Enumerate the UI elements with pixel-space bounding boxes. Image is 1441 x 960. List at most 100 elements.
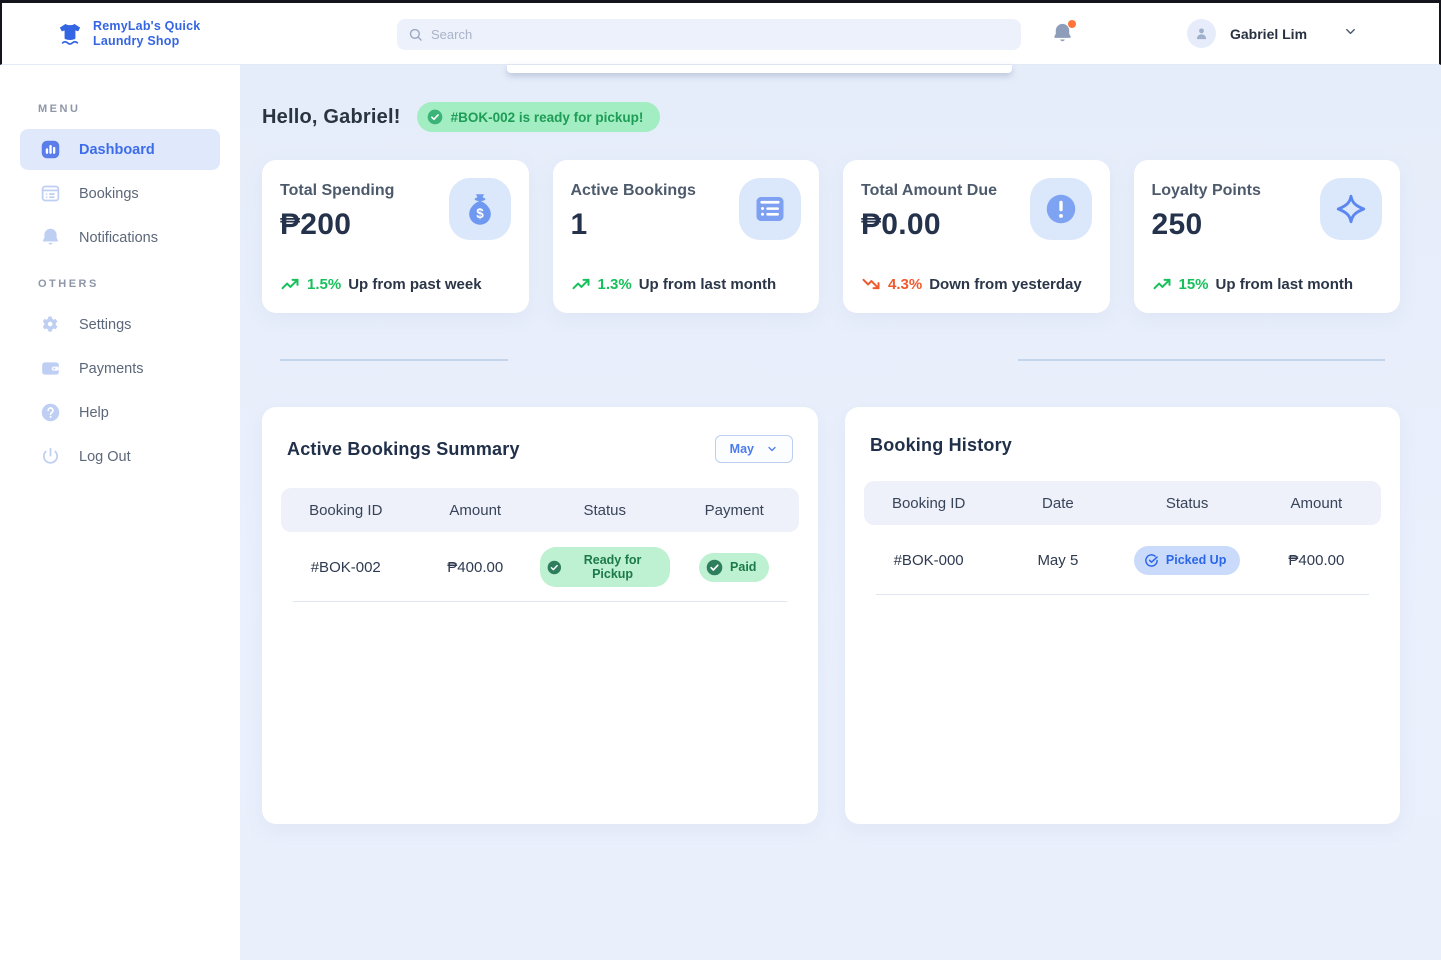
payments-icon: [39, 358, 61, 380]
pickup-ready-badge: #BOK-002 is ready for pickup!: [417, 102, 661, 132]
booking-list-icon: [739, 178, 801, 240]
trend-text: Up from last month: [639, 276, 777, 293]
month-filter-dropdown[interactable]: May: [715, 435, 793, 463]
trend-percent: 15%: [1179, 276, 1209, 293]
pickup-ready-text: #BOK-002 is ready for pickup!: [451, 110, 644, 125]
stat-card-total-amount-due: Total Amount Due ₱0.00 4.3% Down from ye…: [843, 160, 1110, 313]
section-dividers: [262, 313, 1400, 407]
stat-card-total-spending: Total Spending ₱200 $ 1.5% Up from pa: [262, 160, 529, 313]
column-header: Booking ID: [864, 495, 993, 512]
column-header: Status: [540, 502, 670, 519]
sparkle-icon: [1320, 178, 1382, 240]
sidebar-item-payments[interactable]: Payments: [20, 348, 220, 389]
sidebar-item-dashboard[interactable]: Dashboard: [20, 129, 220, 170]
column-header: Date: [993, 495, 1122, 512]
trend-up-icon: [571, 274, 591, 294]
stat-trend: 4.3% Down from yesterday: [861, 274, 1082, 294]
money-bag-icon: $: [449, 178, 511, 240]
help-icon: [39, 402, 61, 424]
brand[interactable]: RemyLab's Quick Laundry Shop: [57, 19, 200, 49]
chevron-down-icon: [1343, 24, 1358, 44]
sidebar-item-label: Notifications: [79, 230, 158, 246]
stat-trend: 15% Up from last month: [1152, 274, 1354, 294]
trend-percent: 4.3%: [888, 276, 922, 293]
column-header: Status: [1123, 495, 1252, 512]
panel-title: Booking History: [870, 435, 1012, 456]
main-content: Hello, Gabriel! #BOK-002 is ready for pi…: [240, 65, 1441, 960]
top-header: RemyLab's Quick Laundry Shop Gabriel Lim: [0, 3, 1441, 65]
panel-title: Active Bookings Summary: [287, 439, 520, 460]
sidebar-item-label: Log Out: [79, 449, 131, 465]
user-menu[interactable]: Gabriel Lim: [1187, 19, 1358, 48]
notification-dot: [1068, 20, 1076, 28]
stat-card-loyalty-points: Loyalty Points 250 15% Up from last mont…: [1134, 160, 1401, 313]
sidebar-item-bookings[interactable]: Bookings: [20, 173, 220, 214]
sidebar-item-label: Bookings: [79, 186, 139, 202]
stat-cards: Total Spending ₱200 $ 1.5% Up from pa: [262, 160, 1400, 313]
column-header: Amount: [1252, 495, 1381, 512]
booking-history-table: Booking ID Date Status Amount #BOK-000 M…: [864, 481, 1381, 595]
trend-text: Up from last month: [1216, 276, 1354, 293]
check-circle-icon: [706, 559, 723, 576]
chevron-down-icon: [766, 443, 778, 455]
table-header-row: Booking ID Amount Status Payment: [281, 488, 799, 532]
svg-text:$: $: [476, 206, 484, 221]
trend-percent: 1.5%: [307, 276, 341, 293]
sidebar-menu-label: MENU: [38, 103, 240, 115]
amount-cell: ₱400.00: [411, 559, 541, 576]
check-circle-icon: [427, 109, 443, 125]
amount-cell: ₱400.00: [1252, 552, 1381, 569]
column-header: Booking ID: [281, 502, 411, 519]
trend-text: Up from past week: [348, 276, 481, 293]
check-circle-icon: [547, 559, 562, 576]
trend-text: Down from yesterday: [929, 276, 1082, 293]
page-greeting: Hello, Gabriel!: [262, 106, 401, 129]
date-cell: May 5: [993, 552, 1122, 569]
column-header: Payment: [670, 502, 800, 519]
search-dropdown-edge: [507, 65, 1012, 73]
column-header: Amount: [411, 502, 541, 519]
status-badge: Ready for Pickup: [540, 547, 670, 587]
bookings-icon: [39, 183, 61, 205]
trend-up-icon: [1152, 274, 1172, 294]
sidebar-item-label: Dashboard: [79, 142, 155, 158]
sidebar-item-notifications[interactable]: Notifications: [20, 217, 220, 258]
status-badge: Picked Up: [1134, 546, 1240, 575]
dashboard-icon: [39, 139, 61, 161]
sidebar-item-logout[interactable]: Log Out: [20, 436, 220, 477]
table-row[interactable]: #BOK-002 ₱400.00 Ready for Pickup: [281, 532, 799, 602]
active-bookings-table: Booking ID Amount Status Payment #BOK-00…: [281, 488, 799, 602]
divider-line: [1018, 359, 1385, 361]
stat-trend: 1.5% Up from past week: [280, 274, 482, 294]
sidebar-others-label: OTHERS: [38, 278, 240, 290]
divider-line: [280, 359, 508, 361]
sidebar-item-settings[interactable]: Settings: [20, 304, 220, 345]
trend-up-icon: [280, 274, 300, 294]
search-bar[interactable]: [397, 19, 1021, 50]
sidebar-item-label: Settings: [79, 317, 131, 333]
month-filter-value: May: [730, 442, 754, 456]
booking-id-cell: #BOK-002: [281, 559, 411, 576]
sidebar-item-help[interactable]: Help: [20, 392, 220, 433]
settings-icon: [39, 314, 61, 336]
booking-id-cell: #BOK-000: [864, 552, 993, 569]
logout-power-icon: [39, 446, 61, 468]
table-header-row: Booking ID Date Status Amount: [864, 481, 1381, 525]
avatar: [1187, 19, 1216, 48]
brand-name: RemyLab's Quick Laundry Shop: [93, 19, 200, 49]
alert-circle-icon: [1030, 178, 1092, 240]
stat-card-active-bookings: Active Bookings 1 1.: [553, 160, 820, 313]
table-row[interactable]: #BOK-000 May 5 Picked Up ₱400.00: [864, 525, 1381, 595]
search-input[interactable]: [431, 19, 1021, 50]
sidebar-item-label: Payments: [79, 361, 143, 377]
user-name: Gabriel Lim: [1230, 26, 1307, 42]
trend-down-icon: [861, 274, 881, 294]
trend-percent: 1.3%: [598, 276, 632, 293]
notifications-bell-button[interactable]: [1051, 22, 1075, 48]
avatar-person-icon: [1193, 25, 1210, 42]
payment-badge: Paid: [699, 553, 769, 582]
notifications-icon: [39, 227, 61, 249]
stat-trend: 1.3% Up from last month: [571, 274, 777, 294]
booking-history-panel: Booking History Booking ID Date Status A…: [845, 407, 1400, 824]
laundry-shirt-logo-icon: [57, 21, 83, 47]
